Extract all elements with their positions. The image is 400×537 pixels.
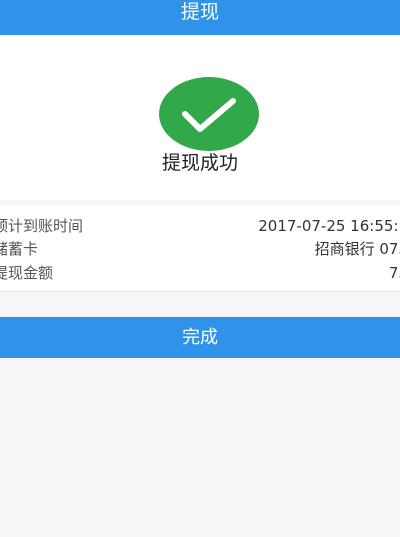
detail-value: 75 (388, 264, 400, 282)
success-panel: 提现成功 (0, 35, 400, 200)
detail-label: 提现金额 (0, 264, 54, 282)
detail-label: 储蓄卡 (0, 240, 39, 258)
check-icon (182, 98, 236, 132)
header-bar: 提现 (0, 0, 400, 35)
detail-row-amount: 提现金额 75 (0, 260, 400, 286)
success-check-icon (159, 77, 259, 151)
page-title: 提现 (180, 1, 219, 23)
withdraw-details: 预计到账时间 2017-07-25 16:55:1 储蓄卡 招商银行 075 提… (0, 205, 400, 292)
detail-row-card: 储蓄卡 招商银行 075 (0, 236, 400, 262)
detail-value: 招商银行 075 (314, 240, 400, 258)
success-message: 提现成功 (161, 152, 238, 174)
done-button[interactable]: 完成 (0, 317, 400, 358)
